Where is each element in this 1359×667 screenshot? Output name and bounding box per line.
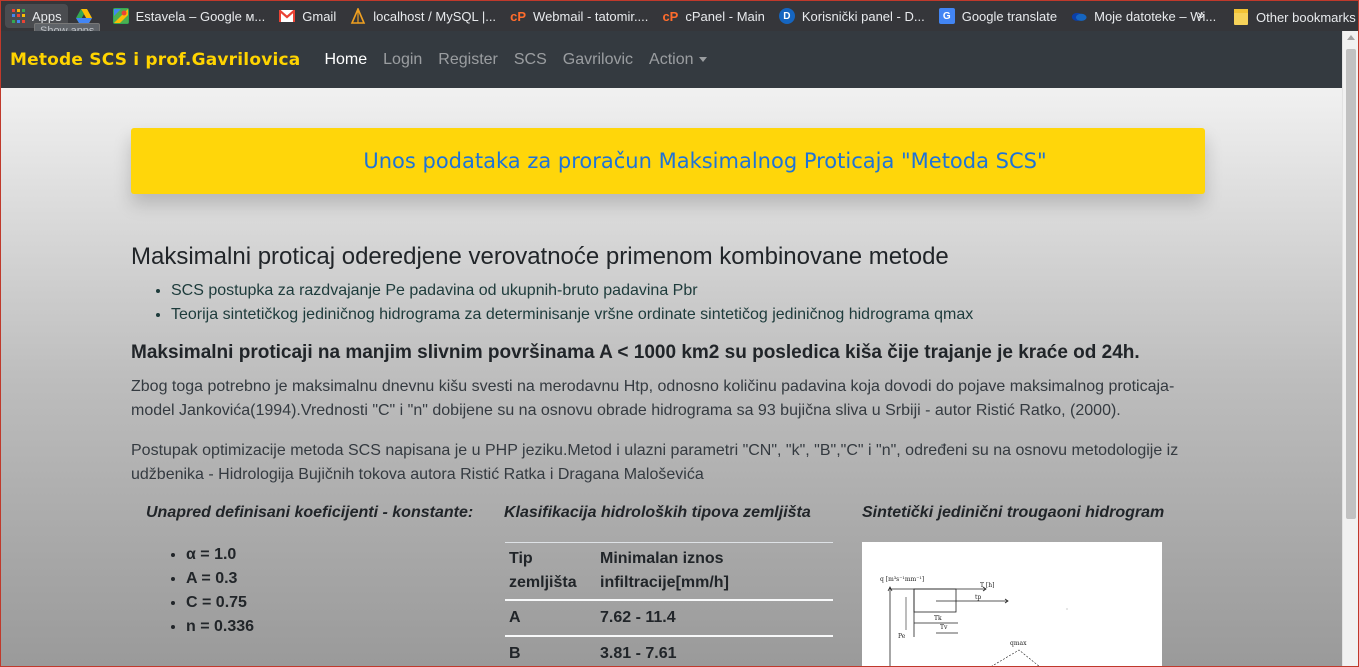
hydrograph-tk-label: Tk	[934, 615, 942, 622]
column-header-infiltration: Minimalan iznos infiltracije[mm/h]	[596, 542, 833, 601]
list-item: n = 0.336	[186, 615, 254, 639]
list-item: C = 0.75	[186, 591, 254, 615]
paragraph-model: Zbog toga potrebno je maksimalnu dnevnu …	[131, 378, 1175, 419]
nav-links: Home Login Register SCS Gavrilovic Actio…	[324, 51, 723, 69]
phpmyadmin-icon	[350, 8, 366, 24]
bookmarks-bar: Apps Estavela – Google м... Gmail localh…	[1, 1, 1358, 31]
bookmark-label: Gmail	[302, 8, 337, 24]
hydrograph-triangle	[991, 649, 1040, 666]
bookmark-label: Korisnički panel - D...	[801, 8, 925, 24]
hydrograph-tp-label: tp	[975, 594, 981, 601]
bookmark-label: Other bookmarks	[1256, 9, 1356, 25]
method-list: SCS postupka za razdvajanje Pe padavina …	[171, 279, 973, 327]
scrollbar-thumb[interactable]	[1346, 49, 1356, 519]
cpanel-icon: cP	[662, 8, 679, 24]
scroll-up-icon[interactable]	[1347, 35, 1355, 40]
constants-title: Unapred definisani koeficijenti - konsta…	[146, 504, 474, 521]
hydrograph-image: q [m³s⁻¹mm⁻¹] T [h] tp Tk Tv Pe qmax	[862, 542, 1162, 666]
bookmark-webmail[interactable]: cP Webmail - tatomir....	[504, 4, 654, 28]
hydrograph-title: Sintetički jedinični trougaoni hidrogram	[862, 504, 1165, 521]
list-item: α = 1.0	[186, 543, 254, 567]
apps-grid-icon	[11, 9, 25, 23]
onedrive-icon	[1071, 8, 1087, 24]
bookmark-label: Webmail - tatomir....	[533, 8, 649, 24]
chevron-down-icon	[699, 57, 708, 62]
list-item: Teorija sintetičkog jediničnog hidrogram…	[171, 303, 973, 327]
table-row: A 7.62 - 11.4	[505, 599, 833, 636]
web-page: Metode SCS i prof.Gavrilovica Home Login…	[1, 31, 1342, 666]
bookmark-label: Estavela – Google м...	[135, 8, 266, 24]
vertical-scrollbar[interactable]	[1342, 31, 1358, 666]
google-translate-icon: G	[938, 8, 955, 24]
soil-type-table: Tip zemljišta Minimalan iznos infiltraci…	[505, 542, 833, 666]
banner-title: Unos podataka za proračun Maksimalnog Pr…	[363, 149, 1047, 173]
list-item: A = 0.3	[186, 567, 254, 591]
hydrograph-t-label: T [h]	[980, 582, 994, 589]
bookmark-label: localhost / MySQL |...	[373, 8, 497, 24]
title-banner: Unos podataka za proračun Maksimalnog Pr…	[131, 128, 1205, 194]
bookmark-label: Google translate	[961, 8, 1058, 24]
constants-list: α = 1.0 A = 0.3 C = 0.75 n = 0.336	[186, 543, 254, 639]
hydrograph-axis-label: q [m³s⁻¹mm⁻¹]	[880, 576, 924, 583]
gmail-icon	[279, 8, 296, 24]
nav-login[interactable]: Login	[383, 51, 422, 69]
bookmark-label: Apps	[32, 8, 62, 24]
bookmark-phpmyadmin[interactable]: localhost / MySQL |...	[344, 4, 502, 28]
bookmark-other[interactable]: Other bookmarks	[1227, 5, 1359, 29]
rainfall-block	[913, 588, 957, 613]
navbar: Metode SCS i prof.Gavrilovica Home Login…	[1, 31, 1342, 88]
hydrograph-dot	[1066, 608, 1068, 610]
nav-gavrilovic[interactable]: Gavrilovic	[563, 51, 633, 69]
panel-icon: D	[778, 8, 795, 24]
paragraph-optimization: Postupak optimizacije metoda SCS napisan…	[131, 442, 1179, 483]
soil-table-title: Klasifikacija hidroloških tipova zemljiš…	[504, 504, 811, 521]
hydrograph-tv-label: Tv	[940, 624, 948, 631]
table-cell: 7.62 - 11.4	[596, 599, 833, 636]
nav-home[interactable]: Home	[324, 51, 367, 69]
bookmark-gmail[interactable]: Gmail	[273, 4, 342, 28]
main-heading: Maksimalni proticaj oderedjene verovatno…	[131, 243, 949, 270]
table-cell: A	[505, 599, 596, 636]
nav-action-dropdown[interactable]: Action	[649, 50, 708, 69]
folder-icon	[1233, 9, 1249, 25]
bookmark-google-translate[interactable]: G Google translate	[933, 4, 1063, 28]
bookmark-korisnicki-panel[interactable]: D Korisnički panel - D...	[773, 4, 931, 28]
navbar-brand[interactable]: Metode SCS i prof.Gavrilovica	[10, 50, 300, 70]
table-cell: 3.81 - 7.61	[596, 635, 833, 666]
list-item: SCS postupka za razdvajanje Pe padavina …	[171, 279, 973, 303]
hydrograph-qmax-label: qmax	[1010, 640, 1027, 647]
hydrograph-pe-label: Pe	[898, 633, 906, 640]
cpanel-icon: cP	[510, 8, 526, 24]
google-maps-icon	[112, 8, 129, 24]
sub-heading: Maksimalni proticaji na manjim slivnim p…	[131, 342, 1140, 363]
bookmark-cpanel[interactable]: cP cPanel - Main	[656, 4, 770, 28]
bookmark-label: cPanel - Main	[685, 8, 765, 24]
table-cell: B	[505, 635, 596, 666]
table-row: B 3.81 - 7.61	[505, 635, 833, 666]
bookmark-estavela[interactable]: Estavela – Google м...	[107, 4, 272, 28]
nav-scs[interactable]: SCS	[514, 51, 547, 69]
table-header-row: Tip zemljišta Minimalan iznos infiltraci…	[505, 542, 833, 601]
column-header-type: Tip zemljišta	[505, 542, 596, 601]
bookmarks-more-button[interactable]: »	[1197, 2, 1205, 26]
google-drive-icon	[75, 8, 92, 24]
nav-action-label: Action	[649, 50, 694, 68]
nav-register[interactable]: Register	[438, 51, 498, 69]
